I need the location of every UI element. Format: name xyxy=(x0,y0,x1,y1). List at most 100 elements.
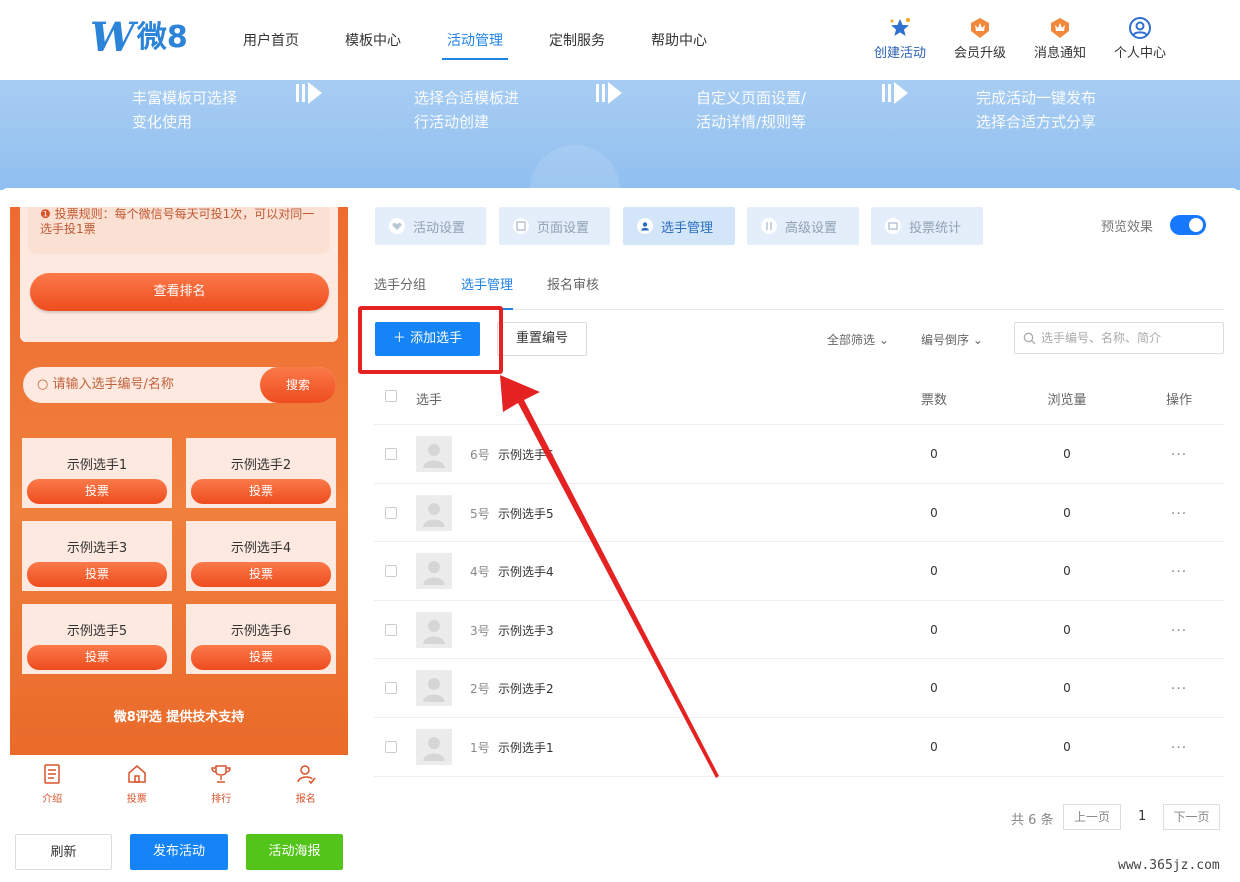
create-activity-button[interactable]: 创建活动 xyxy=(860,16,940,61)
vote-button[interactable]: 投票 xyxy=(27,645,167,670)
home-icon xyxy=(128,765,146,783)
info-icon: ❶ xyxy=(40,207,55,221)
current-page[interactable]: 1 xyxy=(1138,809,1146,824)
user-check-icon xyxy=(297,765,316,785)
activity-poster-button[interactable]: 活动海报 xyxy=(246,834,343,870)
top-header: W 微8 用户首页 模板中心 活动管理 定制服务 帮助中心 创建活动 会员升级 xyxy=(0,0,1240,80)
profile-button[interactable]: 个人中心 xyxy=(1100,16,1180,61)
row-checkbox[interactable] xyxy=(385,565,397,578)
preview-toggle-switch[interactable] xyxy=(1170,215,1206,235)
candidate-name: 示例选手4 xyxy=(230,541,292,556)
vote-count: 0 xyxy=(930,505,938,520)
preview-bottom-nav: 介绍 投票 排行 报名 xyxy=(10,755,348,805)
chevron-down-icon: ⌄ xyxy=(972,333,983,347)
subtab-candidate-groups[interactable]: 选手分组 xyxy=(374,274,426,293)
more-actions-icon[interactable]: ··· xyxy=(1154,681,1204,697)
subtab-registration-review[interactable]: 报名审核 xyxy=(547,274,599,293)
select-all-checkbox[interactable] xyxy=(385,390,397,402)
subtab-candidate-management[interactable]: 选手管理 xyxy=(461,274,514,310)
tab-activity-settings[interactable]: 活动设置 xyxy=(375,207,486,245)
candidate-search-input[interactable]: 选手编号、名称、简介 xyxy=(1014,322,1224,354)
row-checkbox[interactable] xyxy=(385,506,397,519)
tab-candidate-management[interactable]: 选手管理 xyxy=(623,207,735,245)
preview-search-input[interactable]: ○ 请输入选手编号/名称 xyxy=(37,367,174,403)
preview-search-bar: ○ 请输入选手编号/名称 搜索 xyxy=(23,367,336,403)
preview-nav-signup[interactable]: 报名 xyxy=(264,755,349,805)
logo-mark: W xyxy=(90,14,135,61)
tab-vote-statistics[interactable]: 投票统计 xyxy=(871,207,983,245)
logo[interactable]: W 微8 xyxy=(90,16,188,60)
avatar xyxy=(416,553,452,590)
candidate-search-placeholder: 选手编号、名称、简介 xyxy=(1041,331,1162,345)
sort-dropdown[interactable]: 编号倒序 ⌄ xyxy=(921,331,983,348)
filter-dropdown[interactable]: 全部筛选 ⌄ xyxy=(827,331,889,348)
notifications-button[interactable]: 消息通知 xyxy=(1020,16,1100,61)
header-tools: 创建活动 会员升级 消息通知 个人中心 xyxy=(860,16,1180,61)
candidate-number: 2号 xyxy=(470,682,490,697)
vote-button[interactable]: 投票 xyxy=(191,479,331,504)
candidate-name: 示例选手6 xyxy=(230,624,292,639)
next-page-button[interactable]: 下一页 xyxy=(1163,804,1220,830)
more-actions-icon[interactable]: ··· xyxy=(1154,447,1204,463)
header-votes: 票数 xyxy=(920,393,947,408)
row-checkbox[interactable] xyxy=(385,448,397,460)
reset-numbering-button[interactable]: 重置编号 xyxy=(497,322,587,356)
sliders-icon xyxy=(761,218,777,234)
nav-home[interactable]: 用户首页 xyxy=(220,0,322,80)
more-actions-icon[interactable]: ··· xyxy=(1154,506,1204,522)
nav-activity-management[interactable]: 活动管理 xyxy=(424,0,526,80)
chart-icon xyxy=(885,218,901,234)
nav-help[interactable]: 帮助中心 xyxy=(628,0,730,80)
publish-activity-button[interactable]: 发布活动 xyxy=(130,834,228,870)
vote-button[interactable]: 投票 xyxy=(27,562,167,587)
vote-button[interactable]: 投票 xyxy=(191,562,331,587)
refresh-button[interactable]: 刷新 xyxy=(15,834,112,870)
annotation-highlight-box xyxy=(358,306,503,374)
candidate-card[interactable]: 示例选手1 投票 xyxy=(22,438,172,508)
tab-vote-statistics-label: 投票统计 xyxy=(909,220,962,236)
row-checkbox[interactable] xyxy=(385,740,397,753)
main-nav: 用户首页 模板中心 活动管理 定制服务 帮助中心 xyxy=(220,0,730,80)
vote-button[interactable]: 投票 xyxy=(191,645,331,670)
step-3-line-1: 自定义页面设置/ xyxy=(696,89,807,107)
candidate-name: 示例选手1 xyxy=(498,740,554,755)
tech-support-text: 微8评选 提供技术支持 xyxy=(113,710,245,725)
watermark: www.365jz.com xyxy=(1118,858,1220,873)
step-2: 选择合适模板进 行活动创建 xyxy=(414,86,519,134)
candidate-card[interactable]: 示例选手3 投票 xyxy=(22,521,172,591)
table-row: 2号 示例选手2 0 0 ··· xyxy=(374,659,1224,718)
preview-nav-intro[interactable]: 介绍 xyxy=(10,755,95,805)
more-actions-icon[interactable]: ··· xyxy=(1154,623,1204,639)
preview-nav-vote-label: 投票 xyxy=(126,794,147,805)
avatar xyxy=(416,436,452,472)
member-upgrade-button[interactable]: 会员升级 xyxy=(940,16,1020,61)
steps-banner: 丰富模板可选择 变化使用 选择合适模板进 行活动创建 自定义页面设置/ 活动详情… xyxy=(0,80,1240,190)
tab-advanced-settings[interactable]: 高级设置 xyxy=(747,207,859,245)
vote-rule-box: ❶ 投票规则：每个微信号每天可投1次，可以对同一选手投1票 xyxy=(28,207,330,254)
row-checkbox[interactable] xyxy=(385,623,397,636)
preview-nav-ranking[interactable]: 排行 xyxy=(179,755,264,805)
candidate-card[interactable]: 示例选手2 投票 xyxy=(186,438,336,508)
preview-search-button[interactable]: 搜索 xyxy=(260,367,336,403)
preview-nav-vote[interactable]: 投票 xyxy=(95,755,180,805)
candidate-card[interactable]: 示例选手6 投票 xyxy=(186,604,336,674)
view-count: 0 xyxy=(1063,622,1071,637)
vote-count: 0 xyxy=(930,447,938,461)
crown-badge-icon xyxy=(1020,16,1100,40)
candidate-name: 示例选手1 xyxy=(66,458,128,473)
view-ranking-button[interactable]: 查看排名 xyxy=(30,273,329,311)
table-row: 5号 示例选手5 0 0 ··· xyxy=(374,484,1224,543)
tab-page-settings[interactable]: 页面设置 xyxy=(499,207,610,245)
more-actions-icon[interactable]: ··· xyxy=(1154,564,1204,580)
candidate-card[interactable]: 示例选手4 投票 xyxy=(186,521,336,591)
nav-custom-service[interactable]: 定制服务 xyxy=(526,0,628,80)
nav-templates[interactable]: 模板中心 xyxy=(322,0,424,80)
row-checkbox[interactable] xyxy=(385,682,397,695)
prev-page-button[interactable]: 上一页 xyxy=(1063,804,1121,830)
view-count: 0 xyxy=(1063,564,1071,579)
candidate-number: 6号 xyxy=(470,448,490,462)
more-actions-icon[interactable]: ··· xyxy=(1154,740,1204,756)
vote-button[interactable]: 投票 xyxy=(27,479,167,504)
candidate-card[interactable]: 示例选手5 投票 xyxy=(22,604,172,674)
chevron-down-icon: ⌄ xyxy=(878,333,889,347)
